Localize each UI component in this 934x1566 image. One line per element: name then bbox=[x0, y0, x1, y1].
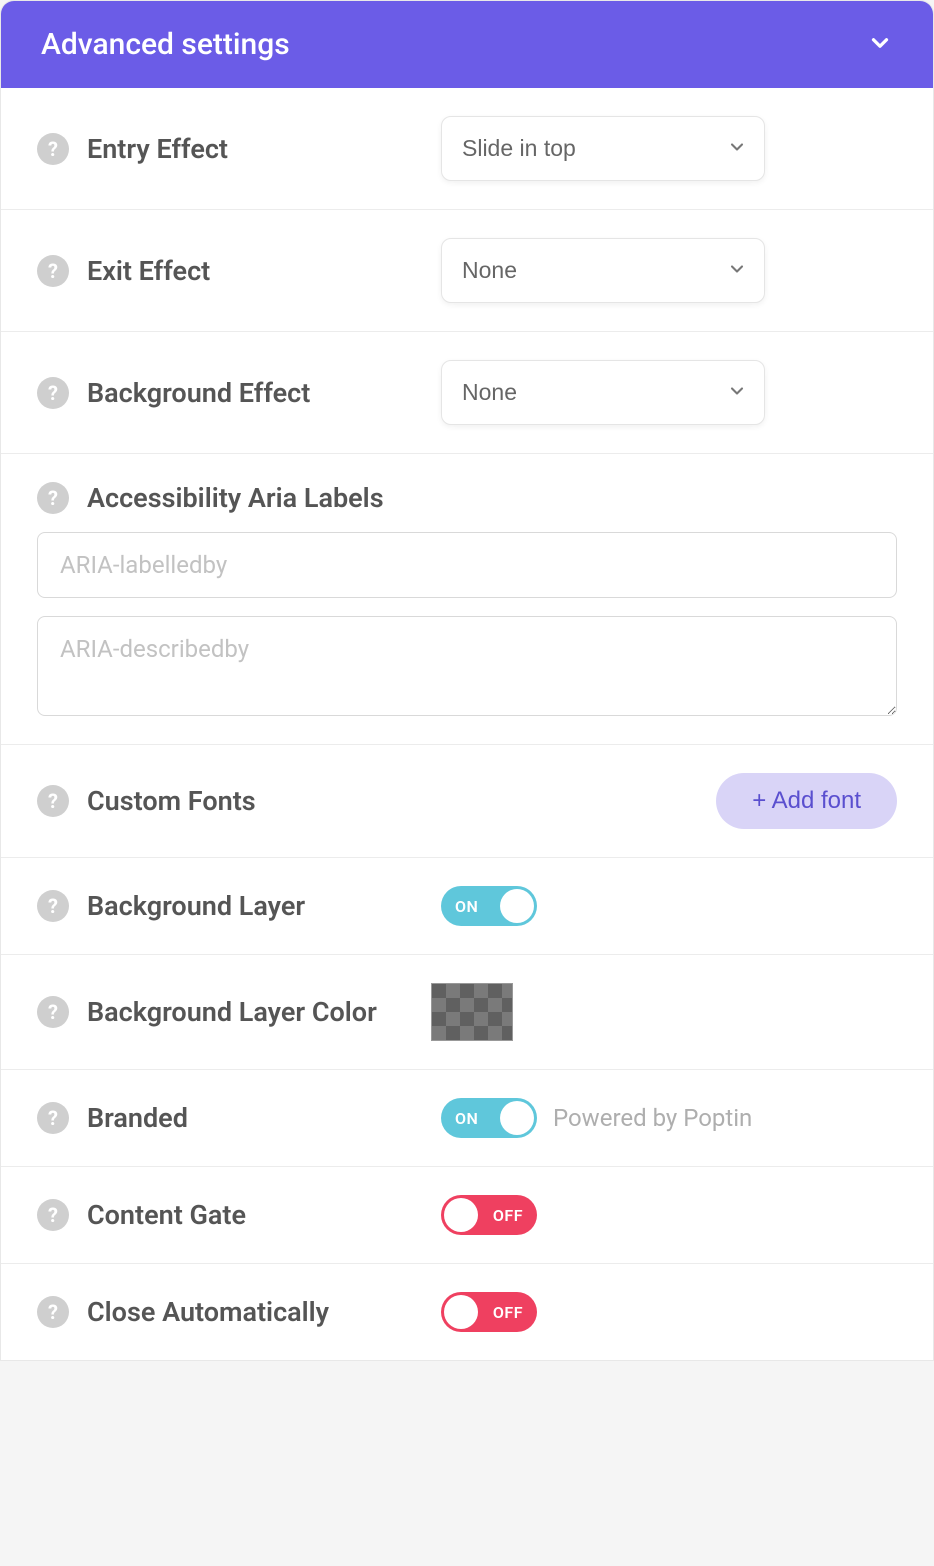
label-group: ? Background Layer Color bbox=[37, 994, 407, 1030]
toggle-off-text: OFF bbox=[493, 1206, 523, 1225]
entry-effect-label: Entry Effect bbox=[87, 133, 228, 165]
controls: OFF bbox=[441, 1292, 537, 1332]
exit-effect-select[interactable] bbox=[441, 238, 765, 303]
help-icon[interactable]: ? bbox=[37, 785, 69, 817]
label-group: ? Background Layer bbox=[37, 890, 417, 922]
label-group: ? Branded bbox=[37, 1102, 417, 1134]
controls: ON Powered by Poptin bbox=[441, 1098, 752, 1138]
row-entry-effect: ? Entry Effect bbox=[1, 88, 933, 210]
row-background-layer: ? Background Layer ON bbox=[1, 858, 933, 955]
entry-effect-select[interactable] bbox=[441, 116, 765, 181]
row-content-gate: ? Content Gate OFF bbox=[1, 1167, 933, 1264]
help-icon[interactable]: ? bbox=[37, 482, 69, 514]
toggle-knob bbox=[444, 1198, 478, 1232]
add-font-button[interactable]: + Add font bbox=[716, 773, 897, 829]
close-automatically-label: Close Automatically bbox=[87, 1296, 329, 1328]
controls bbox=[431, 983, 513, 1041]
row-exit-effect: ? Exit Effect bbox=[1, 210, 933, 332]
label-group: ? Background Effect bbox=[37, 377, 417, 409]
help-icon[interactable]: ? bbox=[37, 1102, 69, 1134]
help-icon[interactable]: ? bbox=[37, 1199, 69, 1231]
exit-effect-select-wrap bbox=[441, 238, 765, 303]
content-gate-label: Content Gate bbox=[87, 1199, 246, 1231]
help-icon[interactable]: ? bbox=[37, 890, 69, 922]
row-background-layer-color: ? Background Layer Color bbox=[1, 955, 933, 1070]
toggle-on-text: ON bbox=[455, 1109, 478, 1128]
close-automatically-toggle[interactable]: OFF bbox=[441, 1292, 537, 1332]
toggle-knob bbox=[500, 1101, 534, 1135]
label-group: ? Accessibility Aria Labels bbox=[37, 482, 897, 514]
toggle-on-text: ON bbox=[455, 897, 478, 916]
toggle-knob bbox=[444, 1295, 478, 1329]
aria-labels-label: Accessibility Aria Labels bbox=[87, 482, 384, 514]
controls: ON bbox=[441, 886, 537, 926]
content-gate-toggle[interactable]: OFF bbox=[441, 1195, 537, 1235]
background-layer-toggle[interactable]: ON bbox=[441, 886, 537, 926]
advanced-settings-panel: Advanced settings ? Entry Effect ? Exit … bbox=[0, 0, 934, 1361]
label-group: ? Content Gate bbox=[37, 1199, 417, 1231]
label-group: ? Close Automatically bbox=[37, 1296, 417, 1328]
chevron-down-icon bbox=[867, 30, 893, 60]
branded-side-text: Powered by Poptin bbox=[553, 1104, 752, 1132]
panel-header[interactable]: Advanced settings bbox=[1, 1, 933, 88]
label-group: ? Exit Effect bbox=[37, 255, 417, 287]
custom-fonts-label: Custom Fonts bbox=[87, 785, 256, 817]
background-layer-color-label: Background Layer Color bbox=[87, 994, 377, 1030]
entry-effect-select-wrap bbox=[441, 116, 765, 181]
panel-title: Advanced settings bbox=[41, 27, 290, 62]
background-effect-select-wrap bbox=[441, 360, 765, 425]
background-effect-label: Background Effect bbox=[87, 377, 310, 409]
row-close-automatically: ? Close Automatically OFF bbox=[1, 1264, 933, 1360]
toggle-knob bbox=[500, 889, 534, 923]
branded-label: Branded bbox=[87, 1102, 188, 1134]
help-icon[interactable]: ? bbox=[37, 377, 69, 409]
help-icon[interactable]: ? bbox=[37, 996, 69, 1028]
help-icon[interactable]: ? bbox=[37, 255, 69, 287]
help-icon[interactable]: ? bbox=[37, 133, 69, 165]
row-branded: ? Branded ON Powered by Poptin bbox=[1, 1070, 933, 1167]
background-layer-label: Background Layer bbox=[87, 890, 305, 922]
label-group: ? Custom Fonts bbox=[37, 785, 256, 817]
aria-labelledby-input[interactable] bbox=[37, 532, 897, 598]
row-aria-labels: ? Accessibility Aria Labels bbox=[1, 454, 933, 745]
row-background-effect: ? Background Effect bbox=[1, 332, 933, 454]
background-layer-color-swatch[interactable] bbox=[431, 983, 513, 1041]
toggle-off-text: OFF bbox=[493, 1303, 523, 1322]
label-group: ? Entry Effect bbox=[37, 133, 417, 165]
aria-describedby-input[interactable] bbox=[37, 616, 897, 716]
controls: OFF bbox=[441, 1195, 537, 1235]
branded-toggle[interactable]: ON bbox=[441, 1098, 537, 1138]
exit-effect-label: Exit Effect bbox=[87, 255, 210, 287]
background-effect-select[interactable] bbox=[441, 360, 765, 425]
row-custom-fonts: ? Custom Fonts + Add font bbox=[1, 745, 933, 858]
help-icon[interactable]: ? bbox=[37, 1296, 69, 1328]
